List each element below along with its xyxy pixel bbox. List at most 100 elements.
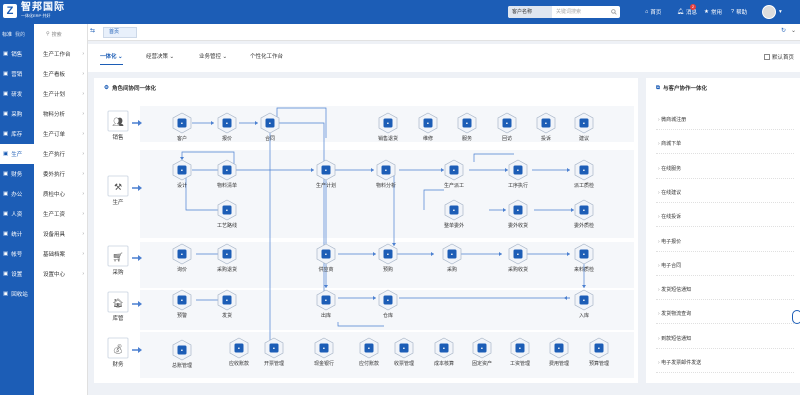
customer-collab-item[interactable]: › 到款短信通知 [658, 335, 691, 342]
role-purchase[interactable]: 🛒︎ 采购 [107, 245, 142, 276]
flow-node[interactable]: ▪ 物料清单 [217, 159, 237, 189]
flow-node[interactable]: ▪ 现金银行 [314, 337, 334, 367]
submenu-search-input[interactable]: ⚲ 搜索 [34, 27, 88, 41]
submenu-item[interactable]: 生产订单 › [34, 124, 88, 144]
submenu-item[interactable]: 物料分析 › [34, 104, 88, 124]
svg-text:▪: ▪ [517, 252, 519, 258]
subtab-control[interactable]: 业务管控 ⌄ [199, 52, 227, 60]
sidebar-item-label: 帐号 [11, 252, 23, 258]
default-home-toggle[interactable]: 默认首页 [763, 53, 794, 61]
customer-collab-item[interactable]: › 电子报价 [658, 238, 681, 245]
flow-node[interactable]: ▪ 销售退货 [378, 112, 398, 142]
flow-node[interactable]: ▪ 委外质检 [574, 199, 594, 229]
tab-home[interactable]: 首页 [103, 27, 137, 38]
submenu-item[interactable]: 生产计划 › [34, 84, 88, 104]
user-menu-chevron-icon[interactable]: ▾ [779, 0, 782, 24]
submenu-item[interactable]: 设备用具 › [34, 224, 88, 244]
sidebar-item-stock[interactable]: ▣ 库存 [0, 124, 34, 144]
sidebar-item-production[interactable]: ▣ 生产 [0, 144, 34, 164]
customer-collab-item[interactable]: › 微商城注册 [658, 116, 686, 123]
sidebar-item-finance[interactable]: ▣ 财务 [0, 164, 34, 184]
submenu-item[interactable]: 委外执行 › [34, 164, 88, 184]
brand-logo[interactable]: Z 智邦国际 一体化ERP·共好 [3, 3, 65, 19]
sidebar-item-office[interactable]: ▣ 办公 [0, 184, 34, 204]
customer-collab-item[interactable]: › 在线建议 [658, 189, 681, 196]
sidebar-item-sales[interactable]: ▣ 销售 [0, 44, 34, 64]
default-home-checkbox[interactable] [763, 54, 770, 60]
sidebar-item-settings[interactable]: ▣ 设置 [0, 264, 34, 284]
submenu-item[interactable]: 质检中心 › [34, 184, 88, 204]
flow-node[interactable]: ▪ 工艺路线 [217, 199, 237, 229]
flow-node[interactable]: ▪ 固定资产 [472, 337, 492, 367]
sidebar-item-label: 设置 [11, 272, 23, 278]
role-sales[interactable]: 👥︎ 销售 [107, 110, 142, 141]
flow-node[interactable]: ▪ 收票管理 [394, 337, 414, 367]
top-help-link[interactable]: ? 帮助 [731, 0, 747, 24]
flow-node[interactable]: ▪ 物料分析 [376, 159, 396, 189]
gear-icon: ⚙ [104, 85, 109, 91]
submenu-item[interactable]: 生产工作台 › [34, 44, 88, 64]
customer-collab-item[interactable]: › 电子合同 [658, 262, 681, 269]
customer-collab-item[interactable]: › 商城下单 [658, 140, 681, 147]
subtab-decision[interactable]: 经营决策 ⌄ [146, 52, 174, 60]
search-field-select[interactable]: 客户名称 [508, 6, 552, 18]
sidebar-item-rd[interactable]: ▣ 研发 [0, 84, 34, 104]
flow-node[interactable]: ▪ 费用管理 [549, 337, 569, 367]
sidebar-item-stats[interactable]: ▣ 统计 [0, 224, 34, 244]
submenu-item[interactable]: 基础档案 › [34, 244, 88, 264]
flow-node[interactable]: ▪ 来料质检 [574, 243, 594, 273]
svg-text:库管: 库管 [112, 314, 124, 322]
flow-node[interactable]: ▪ 预算管理 [589, 337, 609, 367]
flow-node[interactable]: ▪ 整单委外 [444, 199, 464, 229]
customer-collab-item[interactable]: › 在线投诉 [658, 213, 681, 220]
chevron-right-icon: › [82, 211, 84, 217]
sidebar-item-marketing[interactable]: ▣ 营销 [0, 64, 34, 84]
sidebar-item-purchase[interactable]: ▣ 采购 [0, 104, 34, 124]
side-handle[interactable] [792, 310, 800, 324]
marketing-icon: ▣ [3, 71, 9, 77]
svg-text:工艺路线: 工艺路线 [217, 222, 237, 229]
sidebar-item-recycle[interactable]: ▣ 回收站 [0, 284, 34, 304]
subtab-integration[interactable]: 一体化 ⌄ [100, 52, 123, 65]
avatar[interactable] [762, 5, 776, 19]
search-icon[interactable] [611, 9, 617, 15]
role-production[interactable]: ⚒ 生产 [107, 175, 142, 206]
flow-node[interactable]: ▪ 工序执行 [508, 159, 528, 189]
submenu-item[interactable]: 设置中心 › [34, 264, 88, 284]
submenu-item[interactable]: 生产工资 › [34, 204, 88, 224]
flow-node[interactable]: ▪ 采购收货 [508, 243, 528, 273]
flow-node[interactable]: ▪ 生产派工 [444, 159, 464, 189]
chevron-down-icon[interactable]: ⌄ [791, 27, 796, 34]
top-home-link[interactable]: ⌂ 首页 [645, 0, 661, 24]
flow-node[interactable]: ▪ 应付账款 [359, 337, 379, 367]
top-favorites-link[interactable]: ★ 常用 [704, 0, 722, 24]
customer-collab-item[interactable]: › 发货物流查询 [658, 310, 691, 317]
flow-node[interactable]: ▪ 成本核算 [434, 337, 454, 367]
flow-node[interactable]: ▪ 派工质检 [574, 159, 594, 189]
role-stock[interactable]: 🏠︎ 库管 [107, 291, 142, 322]
sidebar-tab-standard[interactable]: 标准 [2, 31, 12, 38]
flow-node[interactable]: ▪ 总账管理 [172, 339, 192, 369]
customer-collab-item[interactable]: › 在线服务 [658, 165, 681, 172]
sidebar-item-account[interactable]: ▣ 帐号 [0, 244, 34, 264]
sidebar-tab-mine[interactable]: 我的 [15, 31, 25, 38]
divider [656, 299, 794, 301]
submenu-item[interactable]: 生产执行 › [34, 144, 88, 164]
submenu-item[interactable]: 生产看板 › [34, 64, 88, 84]
flow-node[interactable]: ▪ 工资管理 [510, 337, 530, 367]
svg-text:▪: ▪ [427, 121, 429, 127]
role-finance[interactable]: 💰︎ 财务 [107, 337, 142, 368]
subtab-custom-workbench[interactable]: 个性化工作台 [250, 52, 283, 60]
customer-collab-item[interactable]: › 电子发票邮件发送 [658, 359, 701, 366]
tab-menu-icon[interactable]: ⇆ [90, 27, 95, 34]
flow-node[interactable]: ▪ 开票管理 [264, 337, 284, 367]
search-input[interactable]: 关键词搜索 [552, 6, 620, 18]
refresh-icon[interactable]: ↻ [781, 27, 786, 34]
flow-node[interactable]: ▪ 生产计划 [316, 159, 336, 189]
flow-node[interactable]: ▪ 供应商 [316, 243, 336, 273]
flow-node[interactable]: ▪ 采购退货 [217, 243, 237, 273]
flow-node[interactable]: ▪ 应收账款 [229, 337, 249, 367]
flow-node[interactable]: ▪ 委外收货 [508, 199, 528, 229]
customer-collab-item[interactable]: › 发货短信通知 [658, 286, 691, 293]
sidebar-item-hr[interactable]: ▣ 人资 [0, 204, 34, 224]
